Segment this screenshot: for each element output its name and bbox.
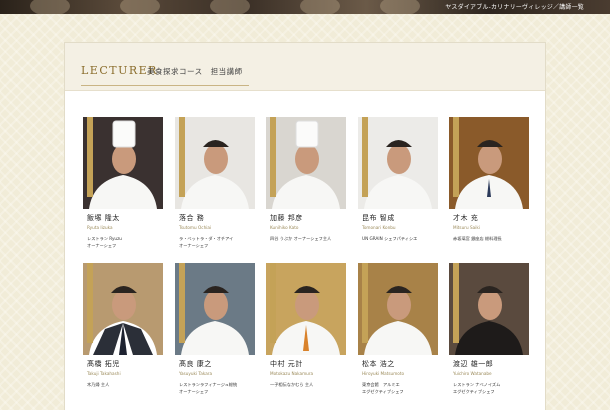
header-banner: ヤスダイアブル-カリナリーヴィレッジ／講師一覧 xyxy=(0,0,610,14)
ribbon-tag xyxy=(453,263,459,343)
lecturer-portrait xyxy=(181,140,249,209)
lecturer-affiliation: 赤坂璃宮 銀座店 総料理長 xyxy=(453,235,531,242)
affiliation-line: オーナーシェフ xyxy=(87,243,117,248)
affiliation-line: オーナーシェフ xyxy=(179,243,209,248)
section-heading: LECTURER 美食探求コース 担当講師 xyxy=(65,43,545,91)
lecturer-romaji: Mitsuru Saiki xyxy=(453,225,480,230)
lecturer-romaji: Yuichiro Watanabe xyxy=(453,371,492,376)
lecturer-name: 飯塚 隆太 xyxy=(87,214,120,222)
lecturer-affiliation: レストラン ナベノイズム エグゼクティブシェフ xyxy=(453,381,531,395)
lecturer-name: 加藤 邦彦 xyxy=(270,214,303,222)
lecturer-photo[interactable] xyxy=(175,117,255,209)
lecturer-photo[interactable] xyxy=(449,117,529,209)
affiliation-line: 東京会館 アルミエ xyxy=(362,382,400,387)
lecturer-romaji: Hiroyuki Matsumoto xyxy=(362,371,405,376)
lecturer-name: 髙橋 拓児 xyxy=(87,360,120,368)
lecturer-panel: LECTURER 美食探求コース 担当講師 飯塚 隆太 Ryuta Iizuka… xyxy=(64,42,546,410)
ribbon-tag xyxy=(87,117,93,197)
lecturer-photo[interactable] xyxy=(266,117,346,209)
affiliation-line: ラ・ベットラ・ダ・オチアイ xyxy=(179,236,234,241)
lecturer-photo[interactable] xyxy=(358,117,438,209)
lecturer-romaji: Tsutomu Ochiai xyxy=(179,225,212,230)
section-subtitle: 美食探求コース 担当講師 xyxy=(147,67,243,76)
lecturer-affiliation: 四谷 うぶか オーナーシェフ主人 xyxy=(270,235,348,242)
affiliation-line: 赤坂璃宮 銀座店 総料理長 xyxy=(453,236,502,241)
lecturer-name: 落合 務 xyxy=(179,214,205,222)
ribbon-tag xyxy=(453,117,459,197)
lecturer-name: 松本 浩之 xyxy=(362,360,395,368)
lecturer-portrait xyxy=(364,140,432,209)
ribbon-tag xyxy=(270,263,276,343)
lecturer-portrait xyxy=(455,286,523,355)
lecturer-photo[interactable] xyxy=(266,263,346,355)
affiliation-line: レストラン Ryuzu xyxy=(87,236,122,241)
lecturer-photo[interactable] xyxy=(175,263,255,355)
lecturer-romaji: Motokazu Nakamura xyxy=(270,371,314,376)
lecturer-portrait xyxy=(455,140,523,209)
lecturer-portrait xyxy=(89,286,157,355)
ribbon-tag xyxy=(87,263,93,343)
affiliation-line: UN GRAIN シェフパティシエ xyxy=(362,236,418,241)
ribbon-tag xyxy=(179,117,185,197)
lecturer-portrait xyxy=(272,286,340,355)
lecturer-romaji: Takuji Takahashi xyxy=(87,371,121,376)
lecturer-romaji: Ryuta Iizuka xyxy=(87,225,113,230)
lecturer-photo[interactable] xyxy=(449,263,529,355)
lecturer-name: 昆布 智成 xyxy=(362,214,395,222)
lecturer-affiliation: 一子相伝なかむら 主人 xyxy=(270,381,348,388)
lecturer-portrait xyxy=(364,286,432,355)
affiliation-line: レストラン ナベノイズム xyxy=(453,382,501,387)
lecturer-name: 渡辺 雄一郎 xyxy=(453,360,494,368)
lecturer-affiliation: 東京会館 アルミエ エグゼクティブシェフ xyxy=(362,381,440,395)
lecturer-name: 才木 充 xyxy=(453,214,479,222)
lecturer-photo[interactable] xyxy=(358,263,438,355)
affiliation-line: エグゼクティブシェフ xyxy=(453,389,495,394)
affiliation-line: オーナーシェフ xyxy=(179,389,209,394)
lecturer-romaji: Tomonari Konbu xyxy=(362,225,396,230)
affiliation-line: レストランラフィナージュ総統 xyxy=(179,382,238,387)
affiliation-line: 木乃婦 主人 xyxy=(87,382,110,387)
breadcrumb[interactable]: ヤスダイアブル-カリナリーヴィレッジ／講師一覧 xyxy=(445,2,584,11)
lecturer-photo[interactable] xyxy=(83,117,163,209)
ribbon-tag xyxy=(179,263,185,343)
lecturer-portrait xyxy=(89,120,157,209)
lecturer-affiliation: ラ・ベットラ・ダ・オチアイ オーナーシェフ xyxy=(179,235,257,249)
lecturer-portrait xyxy=(181,286,249,355)
lecturer-name: 中村 元計 xyxy=(270,360,303,368)
lecturer-affiliation: レストランラフィナージュ総統 オーナーシェフ xyxy=(179,381,257,395)
affiliation-line: エグゼクティブシェフ xyxy=(362,389,404,394)
affiliation-line: 四谷 うぶか オーナーシェフ主人 xyxy=(270,236,332,241)
ribbon-tag xyxy=(362,117,368,197)
lecturer-romaji: Kunihiko Kato xyxy=(270,225,299,230)
lecturer-photo[interactable] xyxy=(83,263,163,355)
lecturer-affiliation: レストラン Ryuzu オーナーシェフ xyxy=(87,235,165,249)
lecturer-affiliation: 木乃婦 主人 xyxy=(87,381,165,388)
ribbon-tag xyxy=(270,117,276,197)
lecturer-affiliation: UN GRAIN シェフパティシエ xyxy=(362,235,440,242)
heading-divider xyxy=(81,85,249,86)
lecturer-portrait xyxy=(272,120,340,209)
lecturer-romaji: Yasuyuki Takara xyxy=(179,371,213,376)
ribbon-tag xyxy=(362,263,368,343)
lecturer-name: 髙良 康之 xyxy=(179,360,212,368)
affiliation-line: 一子相伝なかむら 主人 xyxy=(270,382,314,387)
